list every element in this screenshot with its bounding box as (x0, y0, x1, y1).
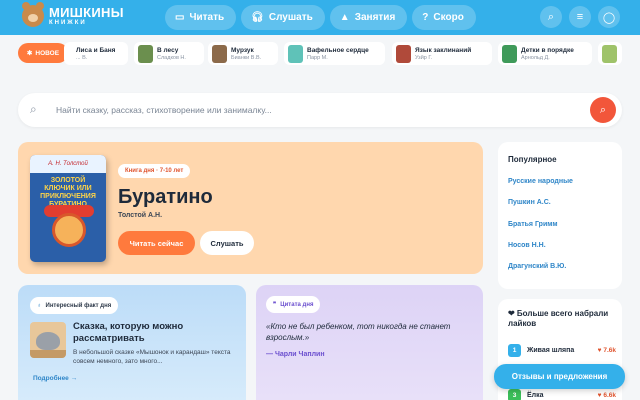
fact-illustration (30, 322, 66, 358)
user-icon[interactable]: ◯ (598, 6, 620, 28)
popular-link[interactable]: Русские народные (508, 178, 573, 185)
popular-link[interactable]: Драгунский В.Ю. (508, 263, 566, 270)
logo[interactable]: МИШКИНЫ КНИЖКИ (22, 2, 124, 27)
question-icon: ? (422, 12, 429, 23)
quote-badge: ❞ Цитата дня (266, 296, 321, 313)
new-book-card[interactable]: Мурзук Бианки В.В. (208, 42, 278, 65)
popular-link[interactable]: Пушкин А.С. (508, 199, 551, 206)
book-title[interactable]: Буратино (118, 186, 213, 209)
fact-badge: ♁ Интересный факт дня (30, 297, 119, 314)
nav-activities-button[interactable]: ▲ Занятия (329, 5, 408, 30)
nav-read-button[interactable]: ▭ Читать (165, 5, 237, 30)
most-liked-title: ❤ Больше всего набрали лайков (508, 309, 609, 329)
new-book-card[interactable]: В лесу Сладков Н. (134, 42, 204, 65)
new-book-card[interactable]: Вафельное сердце Парр М. (284, 42, 385, 65)
bear-logo-icon (22, 2, 44, 27)
feedback-button[interactable]: Отзывы и предложения (494, 364, 625, 389)
read-more-link[interactable]: Подробнее → (33, 375, 77, 382)
new-book-card[interactable]: Детки в порядке Арнольд Д. (498, 42, 592, 65)
new-book-card[interactable]: Язык заклинаний Узйр Г. (392, 42, 492, 65)
read-now-button[interactable]: Читать сейчас (118, 231, 195, 255)
quote-of-day-card: ❞ Цитата дня «Кто не был ребенком, тот н… (256, 285, 483, 400)
book-cover-thumbnail (288, 44, 303, 63)
book-cover-thumbnail (396, 44, 411, 63)
listen-button[interactable]: Слушать (200, 231, 254, 255)
book-cover-thumbnail (502, 44, 517, 63)
liked-list-item[interactable]: 3 Ёлка ♥ 6.6k (508, 388, 616, 400)
like-count: ♥ 6.6k (597, 391, 616, 399)
star-icon: ✱ (26, 50, 33, 57)
graduation-cap-icon: ▲ (339, 12, 350, 23)
search-icon[interactable]: ⌕ (540, 6, 562, 28)
new-book-card[interactable] (598, 42, 622, 65)
book-of-day-badge: Книга дня · 7-10 лет (118, 164, 191, 178)
lightbulb-icon: ♁ (37, 302, 42, 309)
quote-author: — Чарли Чаплин (266, 351, 325, 358)
main-nav: ▭ Читать 🎧︎ Слушать ▲ Занятия ? Скоро (165, 5, 476, 30)
popular-link[interactable]: Братья Гримм (508, 221, 558, 228)
search-input[interactable] (56, 93, 556, 127)
book-cover-thumbnail (602, 44, 617, 63)
popular-panel: Популярное Русские народные Пушкин А.С. … (498, 142, 622, 289)
book-cover[interactable]: А. Н. Толстой ЗОЛОТОЙ КЛЮЧИК ИЛИ ПРИКЛЮЧ… (30, 155, 106, 262)
liked-list-item[interactable]: 1 Живая шляпа ♥ 7.6k (508, 343, 616, 357)
search-submit-button[interactable]: ⌕ (590, 97, 616, 123)
search-icon: ⌕ (30, 102, 37, 116)
book-icon: ▭ (175, 12, 185, 23)
search-icon: ⌕ (599, 103, 607, 116)
new-badge[interactable]: ✱ НОВОЕ (18, 43, 68, 63)
book-of-day-card: А. Н. Толстой ЗОЛОТОЙ КЛЮЧИК ИЛИ ПРИКЛЮЧ… (18, 142, 483, 274)
menu-icon[interactable]: ≡ (569, 6, 591, 28)
book-cover-thumbnail (212, 44, 227, 63)
rank-badge: 3 (508, 388, 521, 400)
nav-listen-button[interactable]: 🎧︎ Слушать (241, 5, 325, 30)
fact-of-day-card: ♁ Интересный факт дня Сказка, которую мо… (18, 285, 246, 400)
logo-subtitle: КНИЖКИ (49, 20, 87, 26)
fact-text: В небольшой сказке «Мышонок и карандаш» … (73, 349, 231, 366)
logo-title: МИШКИНЫ (49, 5, 124, 20)
book-cover-thumbnail (138, 44, 153, 63)
top-header: МИШКИНЫ КНИЖКИ ▭ Читать 🎧︎ Слушать ▲ Зан… (0, 0, 640, 35)
new-book-card[interactable]: Лиса и Баня ... В. (64, 42, 128, 65)
search-bar: ⌕ ⌕ (18, 93, 622, 127)
popular-link[interactable]: Носов Н.Н. (508, 242, 546, 249)
like-count: ♥ 7.6k (597, 346, 616, 354)
fact-title: Сказка, которую можно рассматривать (73, 321, 184, 344)
rank-badge: 1 (508, 343, 521, 357)
quote-icon: ❞ (273, 302, 277, 308)
pinocchio-illustration (52, 213, 86, 247)
new-books-strip: ✱ НОВОЕ Лиса и Баня ... В. В лесу Сладко… (0, 38, 640, 68)
nav-soon-button[interactable]: ? Скоро (412, 5, 476, 30)
book-author: Толстой А.Н. (118, 212, 163, 219)
popular-title: Популярное (508, 155, 557, 164)
headphones-icon: 🎧︎ (251, 12, 264, 23)
quote-text: «Кто не был ребенком, тот никогда не ста… (266, 322, 451, 343)
